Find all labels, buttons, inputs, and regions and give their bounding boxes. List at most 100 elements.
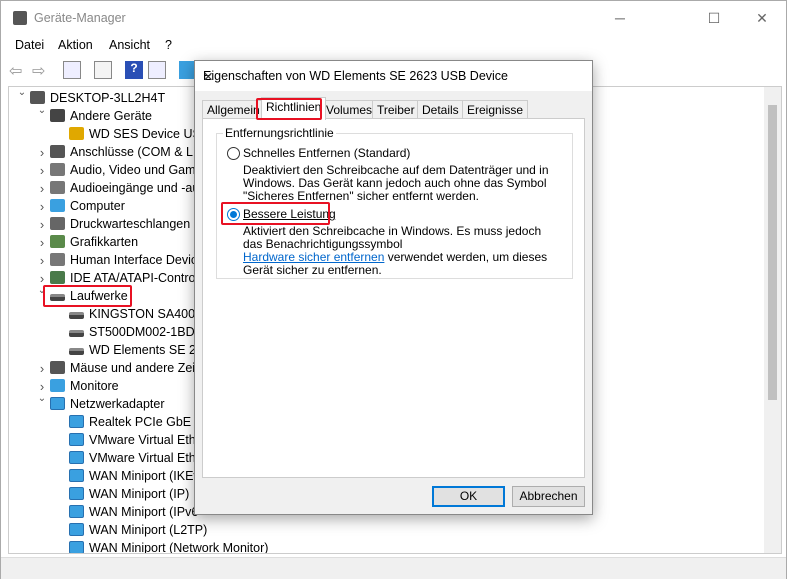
forward-icon[interactable]: ⇨ bbox=[32, 61, 50, 80]
tree-scrollbar[interactable] bbox=[764, 87, 781, 553]
net-icon bbox=[69, 415, 84, 428]
tree-item-label: Audio, Video und Game bbox=[70, 163, 203, 177]
back-icon[interactable]: ⇦ bbox=[9, 61, 27, 80]
laufwerke-highlight bbox=[43, 285, 132, 307]
quick-removal-desc: Deaktiviert den Schreibcache auf dem Dat… bbox=[243, 163, 549, 203]
tab-ereignisse[interactable]: Ereignisse bbox=[462, 100, 529, 119]
unknown-icon bbox=[50, 109, 65, 122]
tab-panel: Entfernungsrichtlinie Schnelles Entferne… bbox=[202, 118, 585, 478]
drive-icon bbox=[69, 330, 84, 337]
net-icon bbox=[69, 487, 84, 500]
status-bar bbox=[1, 557, 786, 579]
chevron-right-icon[interactable]: › bbox=[37, 163, 47, 178]
tab-details[interactable]: Details bbox=[417, 100, 464, 119]
chevron-right-icon[interactable]: › bbox=[37, 199, 47, 214]
net-icon bbox=[69, 541, 84, 553]
menu-help[interactable]: ? bbox=[165, 38, 172, 52]
tree-item-label: ST500DM002-1BD14 bbox=[89, 325, 209, 339]
scrollbar-thumb[interactable] bbox=[768, 105, 777, 400]
menu-datei[interactable]: Datei bbox=[15, 38, 44, 52]
warning-icon bbox=[69, 127, 84, 140]
maximize-button[interactable]: ☐ bbox=[691, 5, 737, 31]
tree-item-label: Monitore bbox=[70, 379, 119, 393]
properties-dialog: Eigenschaften von WD Elements SE 2623 US… bbox=[194, 60, 593, 515]
properties-icon[interactable] bbox=[94, 61, 112, 79]
tree-item-label: Grafikkarten bbox=[70, 235, 139, 249]
net-icon bbox=[69, 451, 84, 464]
net-icon bbox=[69, 469, 84, 482]
quick-removal-radio[interactable] bbox=[227, 147, 240, 160]
tree-item-label: Netzwerkadapter bbox=[70, 397, 165, 411]
monitor-icon bbox=[50, 199, 65, 212]
chevron-right-icon[interactable]: › bbox=[37, 361, 47, 376]
menu-bar: Datei Aktion Ansicht ? bbox=[1, 35, 786, 55]
removal-policy-group: Entfernungsrichtlinie Schnelles Entferne… bbox=[216, 126, 573, 279]
net-icon bbox=[69, 523, 84, 536]
tree-item-label: DESKTOP-3LL2H4T bbox=[50, 91, 166, 105]
chevron-right-icon[interactable]: › bbox=[37, 253, 47, 268]
ide-icon bbox=[50, 271, 65, 284]
title-bar: Geräte-Manager ─ ☐ ✕ bbox=[1, 1, 786, 35]
group-label: Entfernungsrichtlinie bbox=[223, 126, 336, 140]
tree-item-label: VMware Virtual Ethe bbox=[89, 433, 203, 447]
tree-item-label: Anschlüsse (COM & LPT bbox=[70, 145, 209, 159]
hid-icon bbox=[50, 253, 65, 266]
tree-item-label: WAN Miniport (IPv6 bbox=[89, 505, 199, 519]
menu-aktion[interactable]: Aktion bbox=[58, 38, 93, 52]
tree-item-label: Realtek PCIe GbE Fa bbox=[89, 415, 210, 429]
chevron-right-icon[interactable]: › bbox=[37, 235, 47, 250]
tree-item-label: Mäuse und andere Zeig bbox=[70, 361, 203, 375]
tree-item-label: WD Elements SE 262 bbox=[89, 343, 210, 357]
chevron-down-icon[interactable]: ⌄ bbox=[37, 393, 47, 404]
tab-treiber[interactable]: Treiber bbox=[372, 100, 420, 119]
computer-icon bbox=[30, 91, 45, 104]
dialog-title-bar: Eigenschaften von WD Elements SE 2623 US… bbox=[195, 61, 592, 91]
tree-item-label: WAN Miniport (IP) bbox=[89, 487, 190, 501]
chevron-down-icon[interactable]: ⌄ bbox=[37, 105, 47, 116]
net-icon bbox=[69, 505, 84, 518]
tree-item-label: Druckwarteschlangen bbox=[70, 217, 191, 231]
window-title: Geräte-Manager bbox=[34, 11, 126, 25]
drive-icon bbox=[69, 312, 84, 319]
help-icon[interactable]: ? bbox=[125, 61, 143, 79]
minimize-button[interactable]: ─ bbox=[597, 5, 643, 31]
chevron-right-icon[interactable]: › bbox=[37, 379, 47, 394]
cancel-button[interactable]: Abbrechen bbox=[512, 486, 585, 507]
audio-icon bbox=[50, 181, 65, 194]
quick-removal-label[interactable]: Schnelles Entfernen (Standard) bbox=[243, 146, 410, 160]
net-icon bbox=[50, 397, 65, 410]
port-icon bbox=[50, 145, 65, 158]
tab-volumes[interactable]: Volumes bbox=[321, 100, 378, 119]
tab-highlight bbox=[256, 98, 322, 120]
dialog-close-button[interactable]: ✕ bbox=[203, 69, 582, 84]
better-performance-desc: Aktiviert den Schreibcache in Windows. E… bbox=[243, 225, 563, 277]
tree-item-label: Andere Geräte bbox=[70, 109, 152, 123]
chevron-right-icon[interactable]: › bbox=[37, 271, 47, 286]
mouse-icon bbox=[50, 361, 65, 374]
tree-item-label: WAN Miniport (IKEv bbox=[89, 469, 200, 483]
close-button[interactable]: ✕ bbox=[739, 5, 785, 31]
ok-button[interactable]: OK bbox=[432, 486, 505, 507]
tree-item-label: Audioeingänge und -au bbox=[70, 181, 200, 195]
menu-ansicht[interactable]: Ansicht bbox=[109, 38, 150, 52]
device-manager-icon bbox=[13, 11, 27, 25]
action-pane-icon[interactable] bbox=[148, 61, 166, 79]
tree-item-label: WAN Miniport (Network Monitor) bbox=[89, 541, 269, 554]
desc-text: Aktiviert den Schreibcache in Windows. E… bbox=[243, 224, 542, 251]
tree-item-label: WAN Miniport (L2TP) bbox=[89, 523, 208, 537]
net-icon bbox=[69, 433, 84, 446]
safely-remove-link[interactable]: Hardware sicher entfernen bbox=[243, 250, 384, 264]
chevron-right-icon[interactable]: › bbox=[37, 217, 47, 232]
chevron-right-icon[interactable]: › bbox=[37, 145, 47, 160]
tree-item-label: Computer bbox=[70, 199, 125, 213]
tree-item-label: WD SES Device USB bbox=[89, 127, 210, 141]
option-highlight bbox=[221, 202, 330, 225]
show-hide-tree-icon[interactable] bbox=[63, 61, 81, 79]
gpu-icon bbox=[50, 235, 65, 248]
tree-item-label: Human Interface Device bbox=[70, 253, 205, 267]
tree-item-label: IDE ATA/ATAPI-Controlle bbox=[70, 271, 209, 285]
chevron-down-icon[interactable]: ⌄ bbox=[17, 87, 27, 98]
chevron-right-icon[interactable]: › bbox=[37, 181, 47, 196]
audio-icon bbox=[50, 163, 65, 176]
monitor-icon bbox=[50, 379, 65, 392]
